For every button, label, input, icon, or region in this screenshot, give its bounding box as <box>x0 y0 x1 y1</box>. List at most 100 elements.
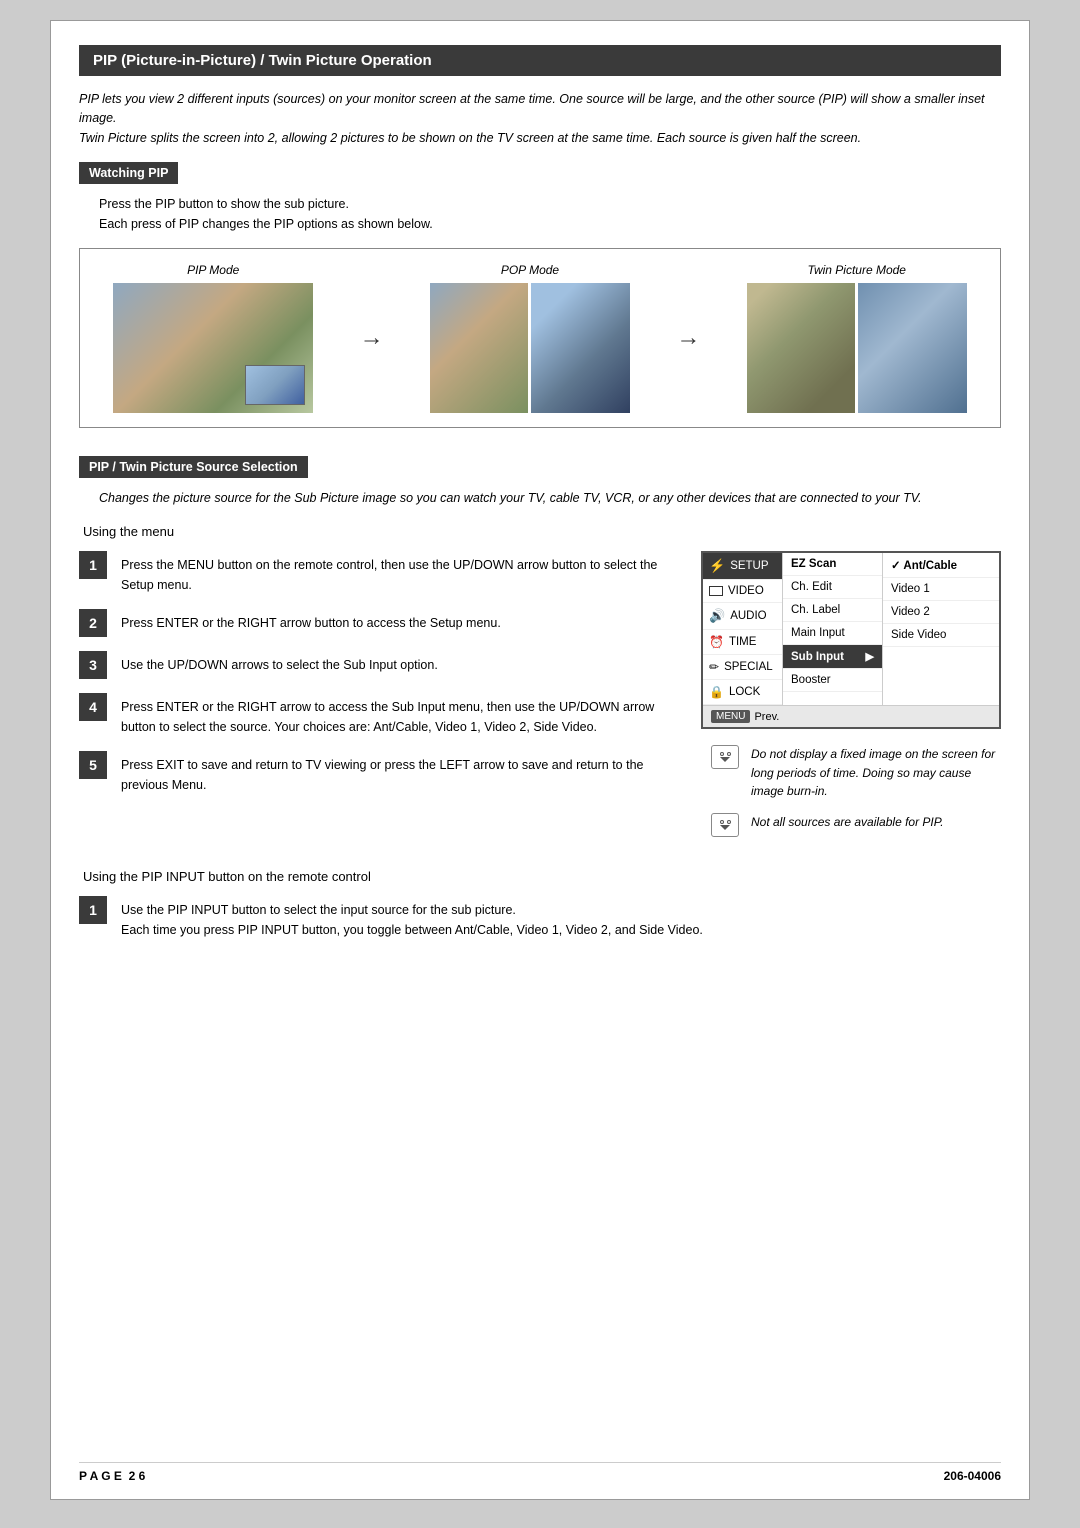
menu-item-special: ✏ SPECIAL <box>703 655 782 680</box>
lock-icon: 🔒 <box>709 685 724 699</box>
audio-label: AUDIO <box>730 610 766 622</box>
twin-left-img <box>747 283 856 413</box>
lock-label: LOCK <box>729 686 760 698</box>
tv-menu-column: ⚡ SETUP VIDEO 🔊 AUDIO <box>701 551 1001 849</box>
center-item-ezscan: EZ Scan <box>783 553 882 576</box>
page: PIP (Picture-in-Picture) / Twin Picture … <box>50 20 1030 1500</box>
page-num: 2 6 <box>129 1469 146 1483</box>
page-title: PIP (Picture-in-Picture) / Twin Picture … <box>79 45 1001 76</box>
audio-icon: 🔊 <box>709 608 725 624</box>
steps-menu-row: 1 Press the MENU button on the remote co… <box>79 551 1001 849</box>
step-text: Press EXIT to save and return to TV view… <box>121 751 681 795</box>
source-selection-header: PIP / Twin Picture Source Selection <box>79 456 308 478</box>
tv-menu-center: EZ Scan Ch. Edit Ch. Label Main Input <box>783 553 883 705</box>
page-number: P A G E 2 6 <box>79 1469 145 1483</box>
step-num: 5 <box>79 751 107 779</box>
step-item: 5 Press EXIT to save and return to TV vi… <box>79 751 681 795</box>
intro-line1: PIP lets you view 2 different inputs (so… <box>79 92 985 125</box>
step-text: Press ENTER or the RIGHT arrow to access… <box>121 693 681 737</box>
time-icon: ⏰ <box>709 635 724 649</box>
steps-column: 1 Press the MENU button on the remote co… <box>79 551 681 809</box>
twin-mode-label: Twin Picture Mode <box>808 263 906 277</box>
arrow-2: → <box>676 324 700 352</box>
pip-input-step-text: Use the PIP INPUT button to select the i… <box>121 896 703 940</box>
twin-right-img <box>858 283 967 413</box>
arrow-1: → <box>360 324 384 352</box>
tv-menu-right: ✓ Ant/Cable Video 1 Video 2 Side Video <box>883 553 999 705</box>
tv-menu: ⚡ SETUP VIDEO 🔊 AUDIO <box>701 551 1001 729</box>
watching-pip-line1: Press the PIP button to show the sub pic… <box>99 194 1001 214</box>
twin-mode-image <box>747 283 967 413</box>
pip-input-step-num: 1 <box>79 896 107 924</box>
pop-mode-image <box>430 283 630 413</box>
special-label: SPECIAL <box>724 661 773 673</box>
right-item-sidevideo: Side Video <box>883 624 999 647</box>
video-icon <box>709 586 723 596</box>
doc-number: 206-04006 <box>944 1469 1001 1483</box>
pop-right-img <box>531 283 630 413</box>
pip-input-label: Using the PIP INPUT button on the remote… <box>79 869 1001 884</box>
right-item-video1: Video 1 <box>883 578 999 601</box>
time-label: TIME <box>729 636 756 648</box>
using-menu-label: Using the menu <box>79 524 1001 539</box>
tv-menu-bottom: MENU Prev. <box>703 705 999 727</box>
pip-input-step-1: 1 Use the PIP INPUT button to select the… <box>79 896 1001 940</box>
tv-menu-left: ⚡ SETUP VIDEO 🔊 AUDIO <box>703 553 783 705</box>
pop-mode-label: POP Mode <box>501 263 559 277</box>
intro-text: PIP lets you view 2 different inputs (so… <box>79 90 1001 148</box>
intro-line2: Twin Picture splits the screen into 2, a… <box>79 131 861 145</box>
menu-item-video: VIDEO <box>703 580 782 603</box>
step-text: Press ENTER or the RIGHT arrow button to… <box>121 609 501 633</box>
note-2: Not all sources are available for PIP. <box>711 813 1001 837</box>
right-item-antcable: ✓ Ant/Cable <box>883 553 999 578</box>
step-item: 2 Press ENTER or the RIGHT arrow button … <box>79 609 681 637</box>
center-item-booster: Booster <box>783 669 882 692</box>
menu-prev-label: Prev. <box>754 711 779 723</box>
center-item-chlabel: Ch. Label <box>783 599 882 622</box>
pip-mode-image: ▶ <box>113 283 313 413</box>
right-item-video2: Video 2 <box>883 601 999 624</box>
center-item-chedit: Ch. Edit <box>783 576 882 599</box>
page-label: P A G E <box>79 1469 122 1483</box>
step-num: 4 <box>79 693 107 721</box>
note-icon-2 <box>711 813 739 837</box>
center-item-subinput: Sub Input ▶ <box>783 645 882 669</box>
pip-mode-block: PIP Mode ▶ <box>113 263 313 413</box>
watching-pip-desc: Press the PIP button to show the sub pic… <box>79 194 1001 234</box>
tv-menu-main-row: ⚡ SETUP VIDEO 🔊 AUDIO <box>703 553 999 705</box>
pop-left-img <box>430 283 529 413</box>
step-item: 3 Use the UP/DOWN arrows to select the S… <box>79 651 681 679</box>
source-selection-section: PIP / Twin Picture Source Selection Chan… <box>79 456 1001 849</box>
note-icon-1 <box>711 745 739 769</box>
pip-mode-label: PIP Mode <box>187 263 239 277</box>
menu-item-lock: 🔒 LOCK <box>703 680 782 705</box>
submenu-arrow: ▶ <box>866 650 874 663</box>
watching-pip-section: Watching PIP Press the PIP button to sho… <box>79 162 1001 428</box>
video-label: VIDEO <box>728 585 764 597</box>
menu-button-label: MENU <box>711 710 750 723</box>
center-item-maininput: Main Input <box>783 622 882 645</box>
note-text-1: Do not display a fixed image on the scre… <box>751 745 1001 801</box>
setup-label: SETUP <box>730 560 768 572</box>
menu-item-time: ⏰ TIME <box>703 630 782 655</box>
pip-inset-img <box>245 365 305 405</box>
watching-pip-header: Watching PIP <box>79 162 178 184</box>
note-text-2: Not all sources are available for PIP. <box>751 813 944 832</box>
twin-mode-block: Twin Picture Mode <box>747 263 967 413</box>
source-selection-desc: Changes the picture source for the Sub P… <box>79 488 1001 508</box>
note-1: Do not display a fixed image on the scre… <box>711 745 1001 801</box>
step-num: 1 <box>79 551 107 579</box>
setup-icon: ⚡ <box>709 558 725 574</box>
pop-mode-block: POP Mode <box>430 263 630 413</box>
step-num: 2 <box>79 609 107 637</box>
step-text: Use the UP/DOWN arrows to select the Sub… <box>121 651 438 675</box>
pip-input-section: Using the PIP INPUT button on the remote… <box>79 869 1001 940</box>
menu-item-setup: ⚡ SETUP <box>703 553 782 580</box>
step-text: Press the MENU button on the remote cont… <box>121 551 681 595</box>
watching-pip-line2: Each press of PIP changes the PIP option… <box>99 214 1001 234</box>
special-icon: ✏ <box>709 660 719 674</box>
step-num: 3 <box>79 651 107 679</box>
step-item: 4 Press ENTER or the RIGHT arrow to acce… <box>79 693 681 737</box>
notes-area: Do not display a fixed image on the scre… <box>701 745 1001 837</box>
page-footer: P A G E 2 6 206-04006 <box>79 1462 1001 1483</box>
